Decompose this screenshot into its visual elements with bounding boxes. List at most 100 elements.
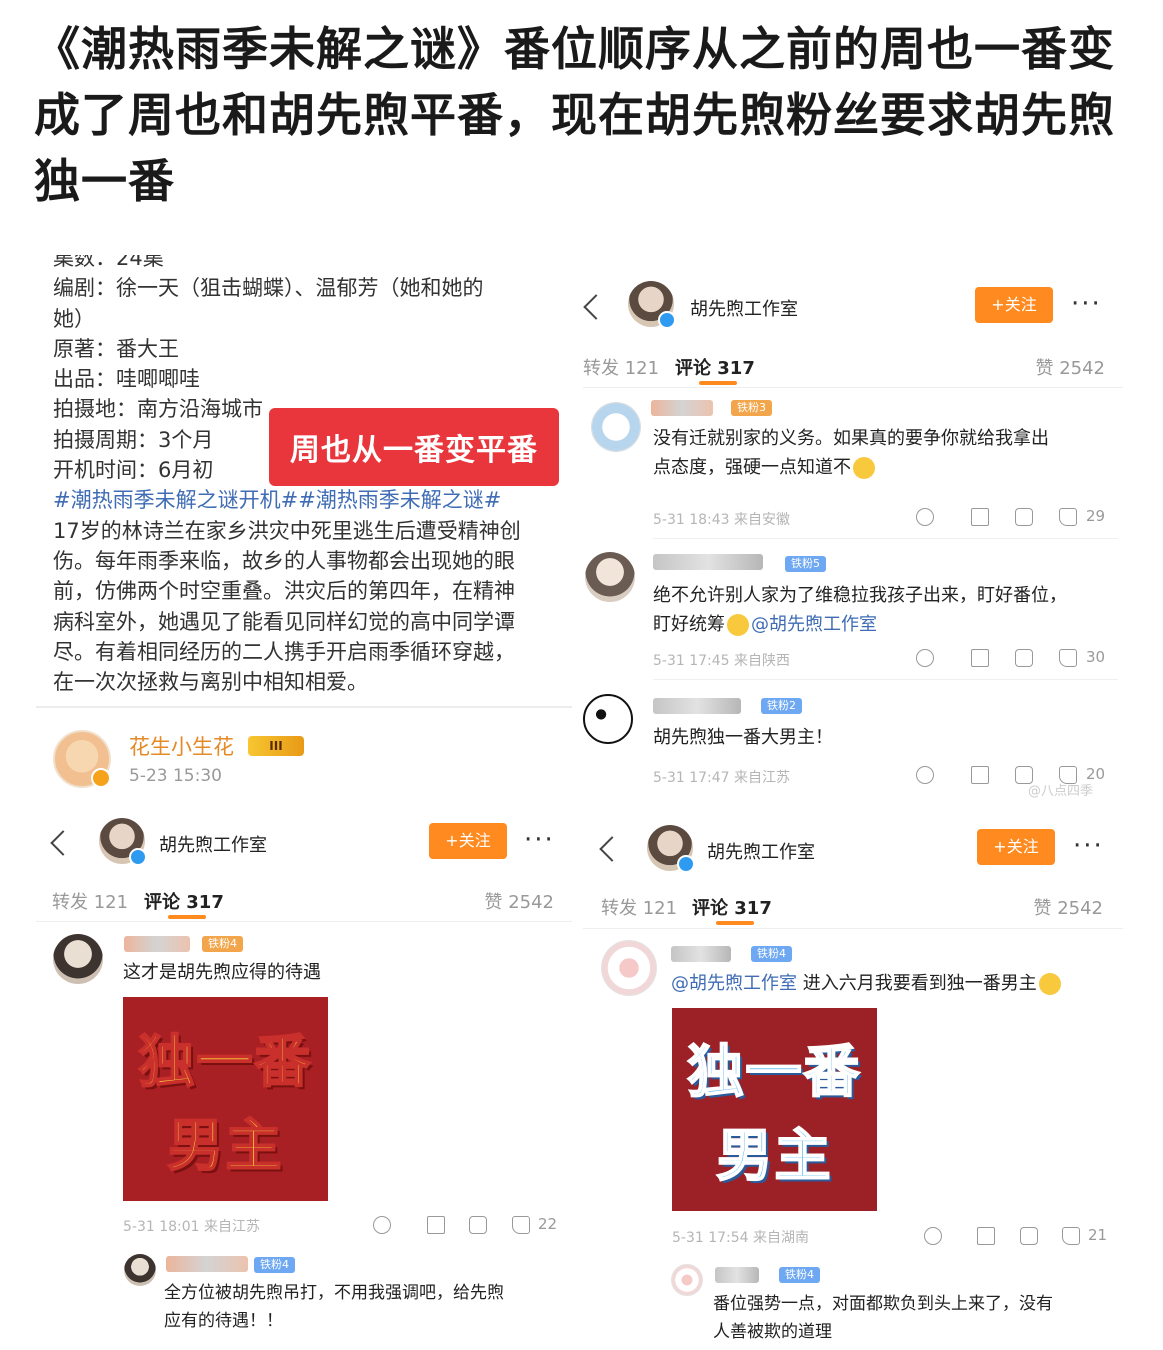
fan-badge: 铁粉4 — [779, 1267, 820, 1283]
comment-tabs: 转发 121 评论 317 赞 2542 — [583, 886, 1123, 926]
share-icon[interactable] — [971, 766, 989, 784]
back-arrow-icon[interactable] — [583, 294, 609, 320]
tab-reposts[interactable]: 转发 121 — [583, 354, 659, 380]
reply-avatar[interactable] — [124, 1254, 156, 1286]
commenter-avatar[interactable] — [591, 402, 641, 452]
commenter-name-blurred[interactable] — [653, 554, 763, 570]
like-icon[interactable] — [512, 1216, 530, 1234]
more-icon[interactable]: ··· — [524, 827, 555, 853]
divider — [653, 679, 1118, 680]
info-line-writers: 编剧：徐一天（狙击蝴蝶）、温郁芳（她和她的 — [53, 276, 484, 301]
account-avatar[interactable] — [647, 825, 695, 873]
commenter-avatar[interactable] — [585, 552, 635, 602]
reply-icon[interactable] — [1020, 1227, 1038, 1245]
reply-text: 番位强势一点，对面都欺负到头上来了，没有 人善被欺的道理 — [713, 1290, 1113, 1346]
tab-likes[interactable]: 赞 2542 — [1035, 354, 1105, 380]
account-name[interactable]: 胡先煦工作室 — [159, 831, 267, 857]
account-name[interactable]: 胡先煦工作室 — [690, 295, 798, 321]
reply-icon[interactable] — [1015, 508, 1033, 526]
commenter-avatar[interactable] — [601, 940, 657, 996]
comment-tabs: 转发 121 评论 317 赞 2542 — [36, 880, 572, 920]
back-arrow-icon[interactable] — [50, 830, 76, 856]
poster-avatar[interactable] — [53, 730, 111, 788]
react-icon[interactable] — [916, 508, 934, 526]
like-icon[interactable] — [1059, 508, 1077, 526]
mention-link[interactable]: @胡先煦工作室 — [751, 614, 877, 635]
follow-button[interactable]: +关注 — [429, 823, 507, 859]
comment-text: 胡先煦独一番大男主！ — [653, 727, 833, 748]
comment-meta: 5-31 18:43 来自安徽 — [653, 512, 791, 528]
watermark: @八点四季 — [1028, 784, 1094, 799]
scared-emoji-icon — [853, 457, 875, 479]
comment-line-text: 点态度，强硬一点知道不 — [653, 457, 851, 478]
follow-button[interactable]: +关注 — [977, 829, 1055, 865]
back-arrow-icon[interactable] — [599, 836, 625, 862]
fan-badge: 铁粉4 — [202, 936, 243, 952]
reply-name-blurred[interactable] — [715, 1267, 759, 1283]
share-icon[interactable] — [971, 508, 989, 526]
reply-line: 人善被欺的道理 — [713, 1322, 832, 1342]
react-icon[interactable] — [916, 649, 934, 667]
divider — [36, 706, 572, 708]
account-avatar[interactable] — [99, 818, 147, 866]
tab-comments[interactable]: 评论 317 — [144, 888, 224, 914]
tab-comments[interactable]: 评论 317 — [692, 894, 772, 920]
share-icon[interactable] — [427, 1216, 445, 1234]
tab-reposts[interactable]: 转发 121 — [601, 894, 677, 920]
poster-name[interactable]: 花生小生花 — [129, 731, 234, 761]
reply-icon[interactable] — [469, 1216, 487, 1234]
info-line-synopsis-4: 病科室外，她遇见了能看见同样幻觉的高中同学谭 — [53, 609, 515, 634]
fan-badge: 铁粉4 — [751, 946, 792, 962]
commenter-name-blurred[interactable] — [124, 936, 190, 952]
weibo-header: 胡先煦工作室 +关注 ··· — [36, 810, 572, 880]
like-icon[interactable] — [1062, 1227, 1080, 1245]
reply-name-blurred[interactable] — [166, 1256, 248, 1272]
divider — [36, 921, 572, 922]
poster-time: 5-23 15:30 — [129, 766, 222, 786]
tab-reposts[interactable]: 转发 121 — [52, 888, 128, 914]
commenter-name-blurred[interactable] — [651, 400, 713, 416]
like-count: 21 — [1088, 1226, 1108, 1244]
sticker-image[interactable]: 独一番 男主 — [123, 997, 328, 1201]
sticker-image[interactable]: 独一番 男主 — [672, 1008, 877, 1211]
commenter-name-blurred[interactable] — [671, 946, 731, 962]
info-line-synopsis-2: 伤。每年雨季来临，故乡的人事物都会出现她的眼 — [53, 548, 515, 573]
divider — [583, 387, 1123, 388]
share-icon[interactable] — [977, 1227, 995, 1245]
comment-text: 绝不允许别人家为了维稳拉我孩子出来，盯好番位， 盯好统筹 @胡先煦工作室 — [653, 581, 1103, 639]
reply-text: 全方位被胡先煦吊打，不用我强调吧，给先煦 应有的待遇！！ — [164, 1279, 564, 1335]
fan-badge: 铁粉4 — [254, 1257, 295, 1273]
mention-link[interactable]: @胡先煦工作室 — [671, 973, 797, 994]
comments-panel-bottom-right: 胡先煦工作室 +关注 ··· 转发 121 评论 317 赞 2542 铁粉4 … — [583, 810, 1123, 1350]
tab-comments[interactable]: 评论 317 — [675, 354, 755, 380]
reply-icon[interactable] — [1015, 649, 1033, 667]
more-icon[interactable]: ··· — [1073, 833, 1104, 859]
react-icon[interactable] — [373, 1216, 391, 1234]
divider — [653, 538, 1118, 539]
comment-text: 没有迁就别家的义务。如果真的要争你就给我拿出 点态度，强硬一点知道不 — [653, 424, 1103, 482]
info-line-synopsis-3: 前，仿佛两个时空重叠。洪灾后的第四年，在精神 — [53, 579, 515, 604]
reply-avatar[interactable] — [671, 1264, 703, 1296]
weibo-header: 胡先煦工作室 +关注 ··· — [583, 810, 1123, 880]
follow-button[interactable]: +关注 — [975, 287, 1053, 323]
drama-info-panel: 集数：24集 编剧：徐一天（狙击蝴蝶）、温郁芳（她和她的 她） 原著：番大王 出… — [36, 255, 572, 800]
react-icon[interactable] — [924, 1227, 942, 1245]
tab-likes[interactable]: 赞 2542 — [484, 888, 554, 914]
account-name[interactable]: 胡先煦工作室 — [707, 838, 815, 864]
commenter-name-blurred[interactable] — [653, 698, 741, 714]
info-line-producer: 出品：哇唧唧哇 — [53, 367, 200, 392]
commenter-avatar[interactable] — [53, 934, 103, 984]
fan-badge: 铁粉2 — [761, 698, 802, 714]
reply-line: 番位强势一点，对面都欺负到头上来了，没有 — [713, 1294, 1053, 1314]
account-avatar[interactable] — [628, 281, 676, 329]
more-icon[interactable]: ··· — [1071, 291, 1102, 317]
comment-text: 这才是胡先煦应得的待遇 — [123, 962, 321, 983]
share-icon[interactable] — [971, 649, 989, 667]
info-line-synopsis-6: 在一次次拯救与离别中相知相爱。 — [53, 670, 368, 695]
like-icon[interactable] — [1059, 649, 1077, 667]
commenter-avatar[interactable] — [583, 694, 633, 744]
info-line-hashtags[interactable]: #潮热雨季未解之谜开机##潮热雨季未解之谜# — [53, 485, 563, 515]
tab-likes[interactable]: 赞 2542 — [1033, 894, 1103, 920]
react-icon[interactable] — [916, 766, 934, 784]
info-line-synopsis-1: 17岁的林诗兰在家乡洪灾中死里逃生后遭受精神创 — [53, 518, 521, 543]
